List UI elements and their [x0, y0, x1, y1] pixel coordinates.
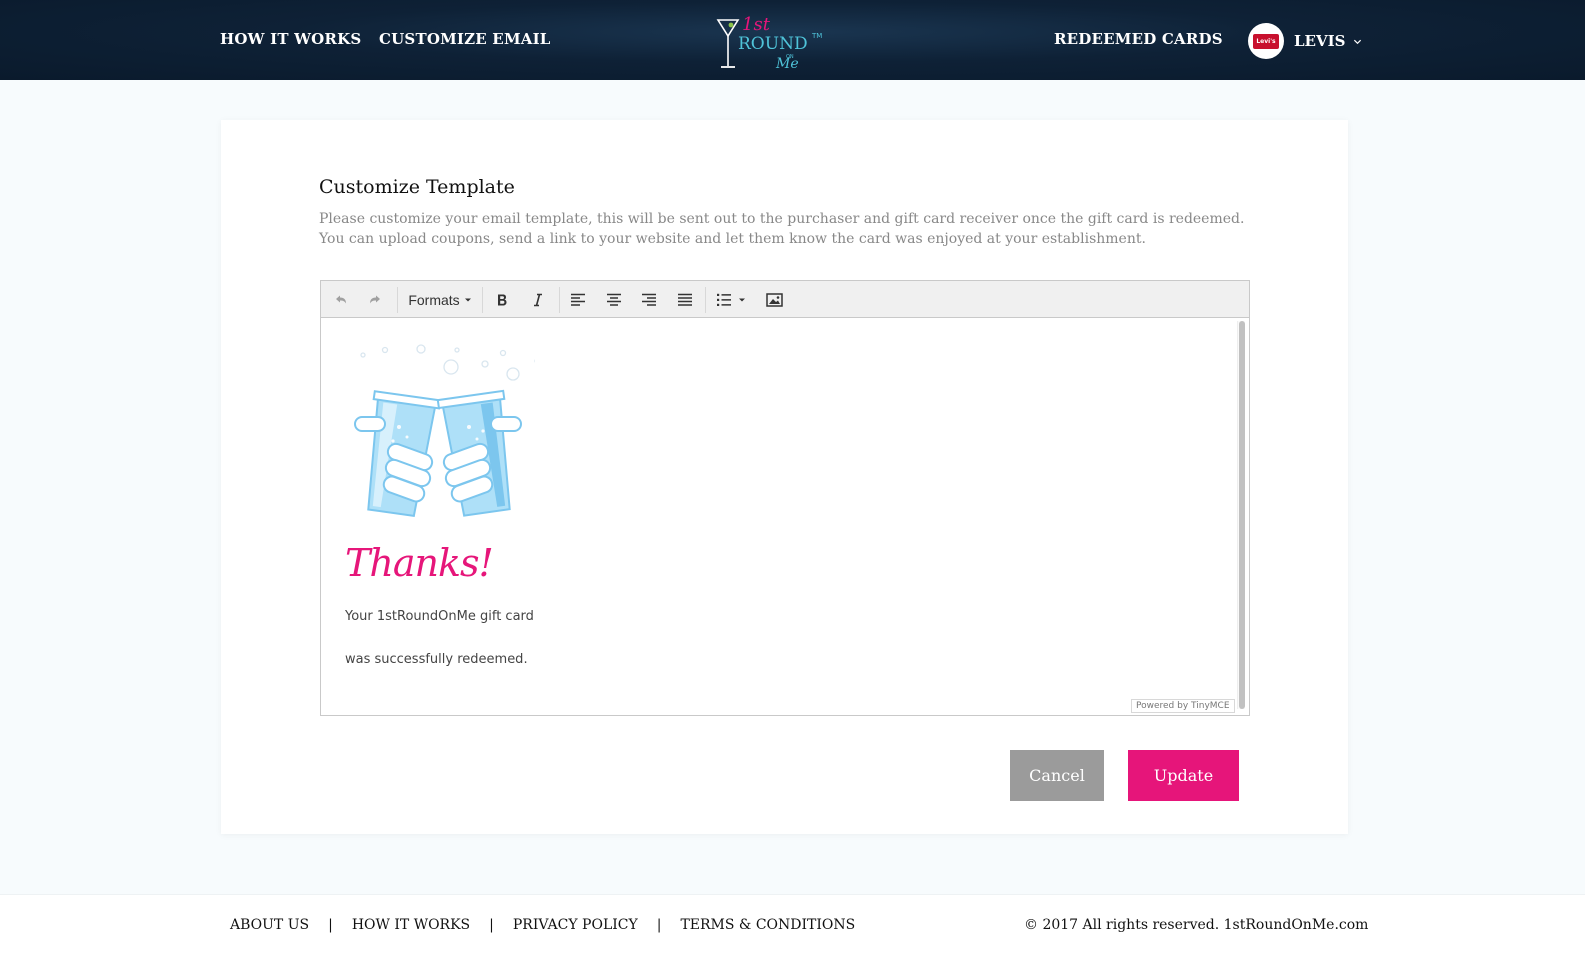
italic-button[interactable] — [525, 287, 551, 313]
footer-link-how-it-works[interactable]: HOW IT WORKS — [352, 917, 470, 933]
email-body-line-2: was successfully redeemed. — [345, 652, 528, 667]
footer-link-about-us[interactable]: ABOUT US — [230, 917, 309, 933]
rich-text-editor: Formats Thanks! Your 1stRoundOnMe gift c… — [320, 280, 1250, 716]
footer-link-privacy-policy[interactable]: PRIVACY POLICY — [513, 917, 638, 933]
user-menu[interactable]: Levi's LEVIS — [1248, 22, 1362, 60]
scrollbar-thumb[interactable] — [1239, 321, 1245, 709]
page-description: Please customize your email template, th… — [319, 211, 1245, 247]
footer-link-terms[interactable]: TERMS & CONDITIONS — [680, 917, 855, 933]
image-icon — [765, 293, 783, 307]
align-justify-icon — [678, 293, 692, 306]
logo-me: Me — [775, 56, 799, 72]
powered-by-tinymce[interactable]: Powered by TinyMCE — [1131, 699, 1235, 713]
thanks-heading: Thanks! — [345, 541, 494, 585]
chevron-down-icon — [739, 298, 745, 302]
formats-label: Formats — [408, 292, 460, 308]
logo-tm: TM — [811, 32, 822, 40]
page-title: Customize Template — [319, 176, 515, 198]
align-justify-button[interactable] — [672, 287, 698, 313]
redo-icon — [370, 295, 380, 304]
formats-dropdown[interactable]: Formats — [405, 287, 475, 313]
user-name: LEVIS — [1294, 32, 1346, 50]
bullet-list-icon — [717, 293, 731, 306]
bullet-list-button[interactable] — [711, 287, 751, 313]
nav-redeemed-cards[interactable]: REDEEMED CARDS — [1054, 30, 1223, 48]
bold-icon — [498, 294, 507, 306]
chevron-down-icon — [464, 298, 471, 302]
bold-button[interactable] — [489, 287, 515, 313]
martini-glass-icon — [716, 19, 740, 38]
footer-separator: | — [328, 917, 333, 933]
redo-button[interactable] — [363, 287, 387, 313]
copyright-text: © 2017 All rights reserved. 1stRoundOnMe… — [1024, 917, 1369, 933]
update-button[interactable]: Update — [1128, 750, 1239, 801]
avatar: Levi's — [1248, 23, 1284, 59]
insert-image-button[interactable] — [761, 287, 787, 313]
levis-logo-icon: Levi's — [1253, 33, 1279, 49]
align-left-icon — [571, 293, 585, 306]
undo-button[interactable] — [329, 287, 353, 313]
align-center-icon — [607, 293, 621, 306]
nav-customize-email[interactable]: CUSTOMIZE EMAIL — [379, 30, 551, 48]
align-right-icon — [642, 293, 656, 306]
logo-round: ROUND — [738, 34, 808, 54]
undo-icon — [336, 295, 346, 304]
top-navbar: HOW IT WORKS CUSTOMIZE EMAIL 1st ROUND T… — [0, 0, 1585, 80]
email-body-line-1: Your 1stRoundOnMe gift card — [345, 609, 534, 624]
chevron-down-icon — [1354, 39, 1362, 44]
footer-separator: | — [656, 917, 662, 933]
cancel-button[interactable]: Cancel — [1010, 750, 1104, 801]
italic-icon — [534, 293, 542, 307]
template-card: Customize Template Please customize your… — [221, 120, 1348, 834]
align-left-button[interactable] — [565, 287, 591, 313]
footer-separator: | — [489, 917, 494, 933]
align-right-button[interactable] — [636, 287, 662, 313]
brand-logo[interactable]: 1st ROUND TM ON Me — [712, 10, 828, 72]
footer-links: ABOUT US | HOW IT WORKS | PRIVACY POLICY… — [230, 917, 855, 933]
toasting-glasses-icon — [354, 344, 535, 517]
logo-1st: 1st — [742, 14, 771, 35]
nav-how-it-works[interactable]: HOW IT WORKS — [220, 30, 361, 48]
footer: ABOUT US | HOW IT WORKS | PRIVACY POLICY… — [0, 894, 1585, 970]
editor-toolbar: Formats — [321, 281, 1249, 318]
editor-scrollbar[interactable] — [1237, 321, 1245, 709]
editor-content[interactable]: Thanks! Your 1stRoundOnMe gift card was … — [321, 319, 1249, 715]
align-center-button[interactable] — [601, 287, 627, 313]
